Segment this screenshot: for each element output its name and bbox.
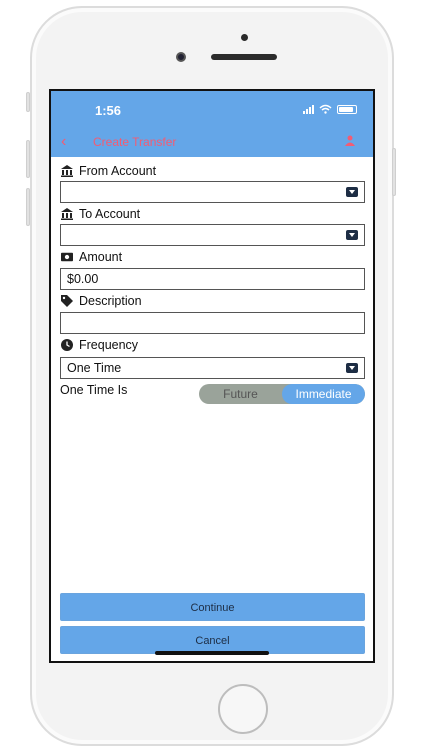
description-label-row: Description bbox=[61, 294, 142, 308]
toggle-option-immediate[interactable]: Immediate bbox=[282, 384, 365, 404]
frequency-select[interactable]: One Time bbox=[60, 357, 365, 379]
amount-label: Amount bbox=[79, 250, 123, 264]
front-camera bbox=[176, 52, 186, 62]
from-account-select[interactable] bbox=[60, 181, 365, 203]
description-input[interactable] bbox=[60, 312, 365, 334]
amount-value: $0.00 bbox=[67, 272, 99, 286]
cancel-button[interactable]: Cancel bbox=[60, 626, 365, 654]
amount-label-row: Amount bbox=[61, 250, 122, 264]
frequency-value: One Time bbox=[67, 361, 122, 375]
description-label: Description bbox=[79, 294, 142, 308]
chevron-left-icon[interactable]: ‹ bbox=[61, 133, 66, 151]
one-time-toggle[interactable]: Future Immediate bbox=[199, 384, 365, 404]
earpiece-speaker bbox=[211, 54, 277, 60]
battery-icon bbox=[337, 104, 357, 114]
app-header: 1:56 ‹ Create Transfer bbox=[51, 91, 373, 157]
app-screen: 1:56 ‹ Create Transfer From Account To A… bbox=[49, 89, 375, 663]
money-icon bbox=[61, 251, 73, 263]
one-time-is-label: One Time Is bbox=[60, 383, 128, 397]
power-button bbox=[392, 148, 396, 196]
status-time: 1:56 bbox=[95, 103, 122, 118]
volume-down-button bbox=[26, 188, 30, 226]
volume-up-button bbox=[26, 140, 30, 178]
home-button[interactable] bbox=[218, 684, 268, 734]
to-account-label-row: To Account bbox=[61, 207, 140, 221]
clock-icon bbox=[61, 339, 73, 351]
sensor-dot bbox=[241, 34, 248, 41]
page-title: Create Transfer bbox=[93, 135, 177, 149]
amount-input[interactable]: $0.00 bbox=[60, 268, 365, 290]
status-icons bbox=[303, 104, 357, 114]
to-account-select[interactable] bbox=[60, 224, 365, 246]
toggle-option-future[interactable]: Future bbox=[199, 384, 282, 404]
dropdown-caret-icon bbox=[346, 187, 358, 197]
bank-icon bbox=[61, 208, 73, 220]
frequency-label-row: Frequency bbox=[61, 338, 138, 352]
from-account-label: From Account bbox=[79, 164, 157, 178]
from-account-label-row: From Account bbox=[61, 164, 156, 178]
to-account-label: To Account bbox=[79, 207, 141, 221]
tag-icon bbox=[61, 295, 73, 307]
dropdown-caret-icon bbox=[346, 363, 358, 373]
continue-button[interactable]: Continue bbox=[60, 593, 365, 621]
dropdown-caret-icon bbox=[346, 230, 358, 240]
home-indicator bbox=[155, 651, 269, 655]
frequency-label: Frequency bbox=[79, 338, 139, 352]
silent-switch bbox=[26, 92, 30, 112]
user-icon[interactable] bbox=[345, 135, 355, 149]
bank-icon bbox=[61, 165, 73, 177]
wifi-icon bbox=[319, 104, 332, 114]
signal-icon bbox=[303, 104, 314, 114]
